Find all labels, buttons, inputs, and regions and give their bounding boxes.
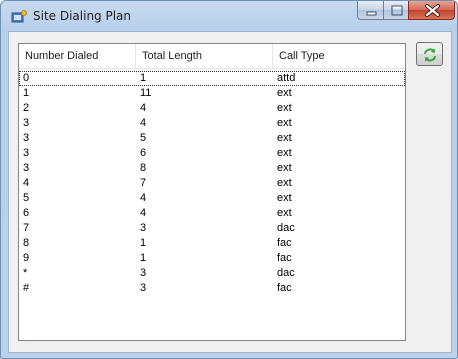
cell-total-length: 4 <box>140 192 147 204</box>
cell-call-type: fac <box>277 252 292 264</box>
table-row[interactable]: 4 7 ext <box>19 176 405 191</box>
table-row[interactable]: 8 1 fac <box>19 236 405 251</box>
cell-number-dialed: 2 <box>23 102 30 114</box>
cell-call-type: ext <box>277 87 292 99</box>
table-row[interactable]: 6 4 ext <box>19 206 405 221</box>
column-header-total-length[interactable]: Total Length <box>136 44 273 68</box>
site-dialing-plan-window: Site Dialing Plan Number Dialed Total Le… <box>0 0 458 359</box>
cell-number-dialed: 5 <box>23 192 30 204</box>
cell-total-length: 5 <box>140 132 147 144</box>
cell-call-type: ext <box>277 132 292 144</box>
cell-total-length: 1 <box>140 252 147 264</box>
cell-total-length: 8 <box>140 162 147 174</box>
cell-call-type: dac <box>277 222 295 234</box>
cell-number-dialed: 1 <box>23 87 30 99</box>
column-header-number-dialed[interactable]: Number Dialed <box>19 44 136 68</box>
cell-number-dialed: 4 <box>23 177 30 189</box>
table-row[interactable]: 2 4 ext <box>19 101 405 116</box>
cell-call-type: ext <box>277 102 292 114</box>
cell-call-type: dac <box>277 267 295 279</box>
table-row[interactable]: 3 6 ext <box>19 146 405 161</box>
cell-call-type: fac <box>277 282 292 294</box>
cell-number-dialed: 0 <box>23 72 30 84</box>
column-header-call-type[interactable]: Call Type <box>273 44 405 68</box>
cell-total-length: 4 <box>140 102 147 114</box>
minimize-icon <box>366 11 377 16</box>
window-title: Site Dialing Plan <box>33 9 132 23</box>
cell-total-length: 11 <box>140 87 152 99</box>
table-row[interactable]: 0 1 attd <box>19 71 405 86</box>
table-row[interactable]: 3 4 ext <box>19 116 405 131</box>
client-area: Number Dialed Total Length Call Type 0 1 a… <box>8 31 452 353</box>
cell-call-type: attd <box>277 72 296 84</box>
refresh-button[interactable] <box>416 42 443 66</box>
cell-total-length: 3 <box>140 267 147 279</box>
table-row[interactable]: 3 5 ext <box>19 131 405 146</box>
cell-number-dialed: 7 <box>23 222 30 234</box>
table-row[interactable]: 9 1 fac <box>19 251 405 266</box>
table-header: Number Dialed Total Length Call Type <box>19 44 405 69</box>
cell-number-dialed: 8 <box>23 237 30 249</box>
title-bar[interactable]: Site Dialing Plan <box>1 1 457 31</box>
app-icon <box>11 10 27 23</box>
minimize-button[interactable] <box>357 1 384 20</box>
cell-number-dialed: # <box>23 282 30 294</box>
cell-number-dialed: 9 <box>23 252 30 264</box>
table-row[interactable]: 3 8 ext <box>19 161 405 176</box>
cell-call-type: ext <box>277 117 292 129</box>
cell-number-dialed: 3 <box>23 147 30 159</box>
cell-total-length: 4 <box>140 207 147 219</box>
cell-total-length: 7 <box>140 177 147 189</box>
table-row[interactable]: #3 fac <box>19 281 405 296</box>
table-row[interactable]: 7 3 dac <box>19 221 405 236</box>
refresh-icon <box>424 48 436 62</box>
cell-total-length: 6 <box>140 147 147 159</box>
table-row[interactable]: * 3 dac <box>19 266 405 281</box>
cell-total-length: 3 <box>140 222 147 234</box>
close-icon <box>425 4 440 17</box>
cell-total-length: 4 <box>140 117 147 129</box>
cell-number-dialed: 3 <box>23 132 30 144</box>
maximize-icon <box>391 5 403 16</box>
cell-call-type: ext <box>277 177 292 189</box>
maximize-button[interactable] <box>383 1 409 20</box>
cell-number-dialed: * <box>23 267 28 279</box>
cell-number-dialed: 3 <box>23 162 30 174</box>
cell-total-length: 1 <box>140 72 147 84</box>
cell-total-length: 3 <box>140 282 147 294</box>
cell-call-type: fac <box>277 237 292 249</box>
dialing-plan-table[interactable]: Number Dialed Total Length Call Type 0 1 a… <box>18 43 406 341</box>
cell-call-type: ext <box>277 207 292 219</box>
cell-call-type: ext <box>277 162 292 174</box>
cell-number-dialed: 6 <box>23 207 30 219</box>
cell-call-type: ext <box>277 147 292 159</box>
table-row[interactable]: 1 11 ext <box>19 86 405 101</box>
table-row[interactable]: 5 4 ext <box>19 191 405 206</box>
cell-call-type: ext <box>277 192 292 204</box>
close-button[interactable] <box>408 1 455 20</box>
cell-total-length: 1 <box>140 237 147 249</box>
cell-number-dialed: 3 <box>23 117 30 129</box>
